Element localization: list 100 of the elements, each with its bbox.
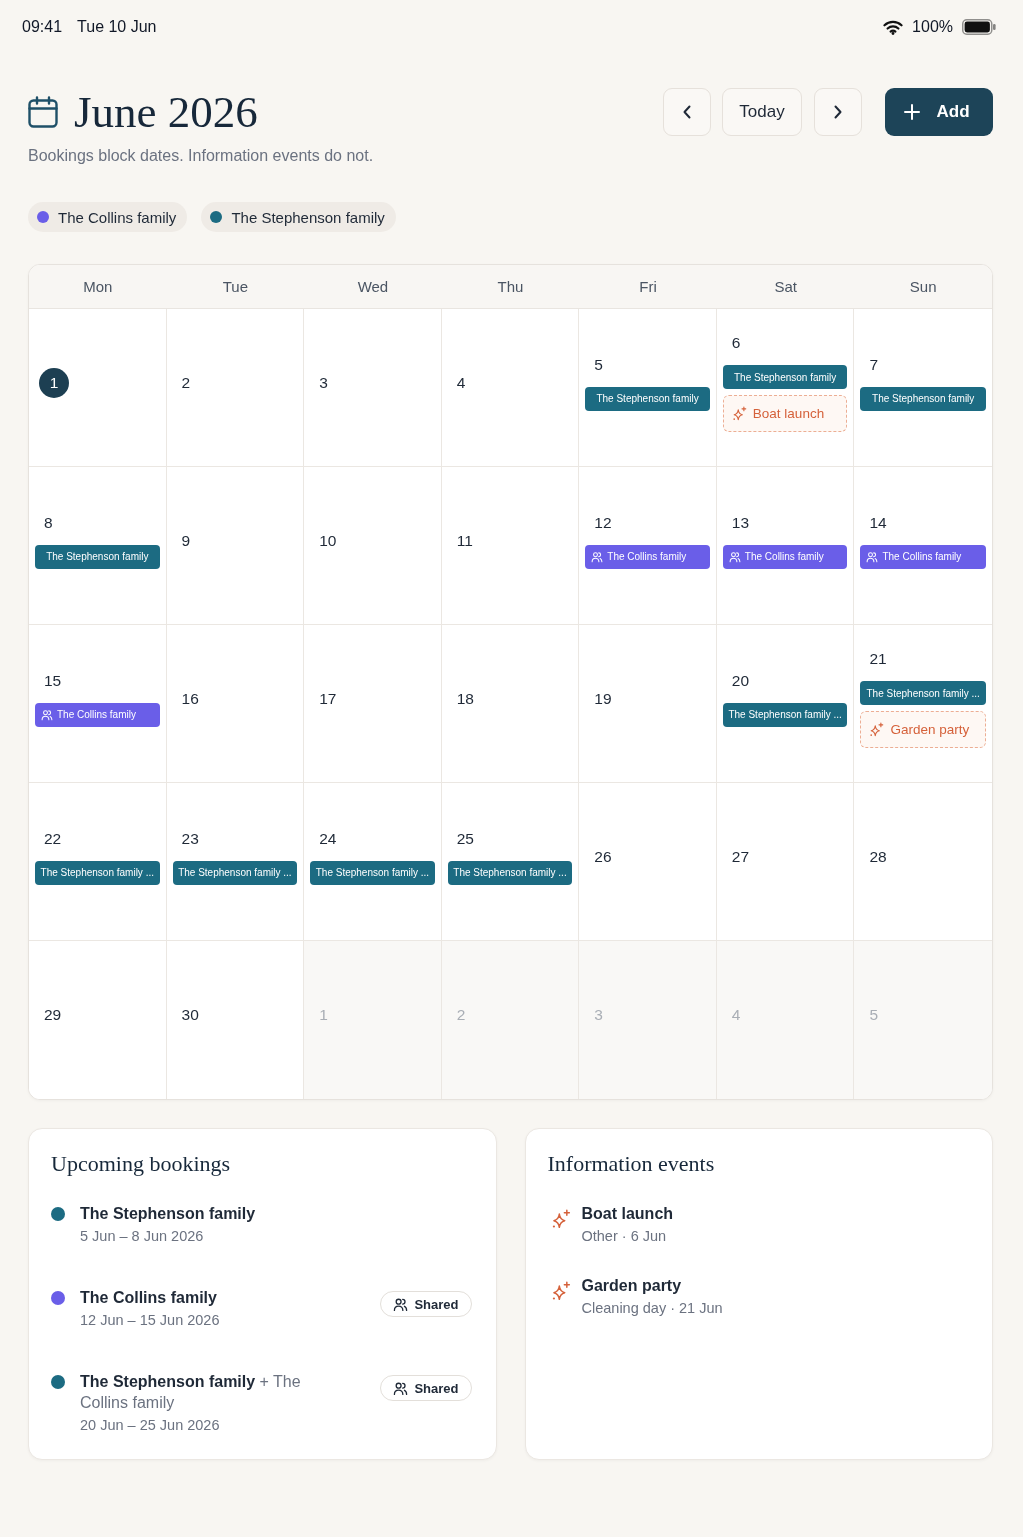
day-number: 3 [318,372,329,393]
calendar-icon [28,96,58,128]
day-number: 2 [455,1005,467,1025]
info-event[interactable]: Boat launch [722,395,848,432]
calendar-day[interactable]: 14 The Collins family [854,467,992,625]
calendar-day[interactable]: 18 [441,625,580,783]
people-icon [728,550,741,563]
calendar-day[interactable]: 12 The Collins family [579,467,717,625]
panel-title: Information events [547,1150,716,1178]
booking-dates: 20 Jun – 25 Jun 2026 [80,1416,221,1435]
day-number: 30 [180,1005,200,1025]
panel-title: Upcoming bookings [51,1150,232,1178]
weekday-label: Sat [774,278,797,295]
calendar-day[interactable]: 1 [29,309,167,467]
legend-label: The Collins family [58,208,177,226]
add-button[interactable]: Add [885,88,993,136]
booking-event[interactable]: The Stephenson family ... [860,681,986,705]
calendar-day[interactable]: 27 [716,783,855,941]
calendar-day[interactable]: 6 The Stephenson family Boat launch [716,309,855,467]
day-number: 13 [730,512,751,533]
calendar-day[interactable]: 19 [579,625,717,783]
shared-label: Shared [414,1380,459,1396]
day-number: 14 [868,512,888,533]
info-event-detail: Cleaning day · 21 Jun [581,1299,723,1318]
legend-label: The Stephenson family [231,208,385,226]
people-icon [866,550,879,563]
calendar-day[interactable]: 13 The Collins family [716,467,855,625]
weekday-label: Fri [639,278,657,295]
day-number: 25 [455,828,475,849]
day-number: 5 [593,354,604,375]
calendar-day[interactable]: 2 [166,309,305,467]
booking-event[interactable]: The Stephenson family [860,386,986,411]
booking-event[interactable]: The Stephenson family ... [447,860,573,885]
calendar-day[interactable]: 25 The Stephenson family ... [441,783,580,941]
sparkle-icon [869,722,885,737]
booking-title: The Stephenson family [80,1204,257,1224]
calendar-day[interactable]: 15 The Collins family [29,625,167,783]
booking-event[interactable]: The Collins family [860,544,986,569]
calendar-day[interactable]: 16 [166,625,305,783]
booking-event[interactable]: The Collins family [35,702,160,727]
header-subtitle: Bookings block dates. Information events do not. [28,146,374,166]
day-number: 19 [593,688,613,709]
people-icon [591,550,604,563]
calendar-day[interactable]: 11 [441,467,580,625]
calendar-day[interactable]: 8 The Stephenson family [29,467,167,625]
day-number: 6 [730,333,742,353]
day-number: 23 [180,828,200,849]
month-title: June 2026 [74,88,258,136]
calendar-day[interactable]: 20 The Stephenson family ... [716,625,855,783]
day-number: 4 [455,372,467,393]
calendar-day[interactable]: 26 [579,783,717,941]
day-number: 24 [318,828,338,849]
calendar-day[interactable]: 28 [854,783,992,941]
day-number: 21 [868,649,888,669]
weekday-label: Mon [83,278,113,295]
booking-event[interactable]: The Stephenson family ... [310,860,435,885]
chevron-right-icon [833,104,843,120]
weekday-label: Sun [909,278,937,295]
calendar-day[interactable]: 22 The Stephenson family ... [29,783,167,941]
booking-event[interactable]: The Collins family [722,544,848,569]
plus-icon [904,104,921,120]
calendar-day[interactable]: 5 The Stephenson family [579,309,717,467]
calendar-day[interactable]: 24 The Stephenson family ... [304,783,442,941]
calendar-day[interactable]: 9 [166,467,305,625]
shared-label: Shared [414,1296,459,1312]
today-button[interactable]: Today [722,88,802,136]
booking-event[interactable]: The Stephenson family [585,386,710,411]
day-number: 9 [180,530,192,551]
calendar-day[interactable]: 17 [304,625,442,783]
people-icon [41,708,53,721]
booking-dates: 5 Jun – 8 Jun 2026 [80,1227,205,1246]
day-number: 2 [180,372,192,393]
sparkle-icon [731,406,747,421]
status-date: Tue 10 Jun [77,18,157,36]
calendar-day[interactable]: 7 The Stephenson family [854,309,992,467]
booking-event[interactable]: The Stephenson family [722,365,848,389]
calendar-day[interactable]: 30 [166,941,305,1099]
day-number: 7 [868,354,880,375]
previous-month-button[interactable] [663,88,711,136]
next-month-button[interactable] [814,88,862,136]
day-number: 29 [43,1005,63,1025]
booking-event[interactable]: The Collins family [585,544,710,569]
calendar-day[interactable]: 23 The Stephenson family ... [166,783,305,941]
weekday-label: Tue [222,278,248,295]
calendar-day[interactable]: 21 The Stephenson family ... Garden party [854,625,992,783]
booking-event[interactable]: The Stephenson family ... [35,860,160,885]
day-number: 22 [43,828,63,849]
sparkle-icon [550,1209,571,1229]
calendar-day[interactable]: 3 [304,309,442,467]
booking-event[interactable]: The Stephenson family [35,544,160,569]
calendar-day[interactable]: 10 [304,467,442,625]
day-number: 10 [318,530,338,551]
booking-event[interactable]: The Stephenson family ... [722,702,848,727]
day-number: 12 [593,512,613,533]
info-event[interactable]: Garden party [860,711,986,748]
battery-icon [962,19,996,35]
calendar-day[interactable]: 29 [29,941,167,1099]
booking-event[interactable]: The Stephenson family ... [172,860,298,885]
day-number: 26 [593,846,613,867]
calendar-day[interactable]: 4 [441,309,580,467]
